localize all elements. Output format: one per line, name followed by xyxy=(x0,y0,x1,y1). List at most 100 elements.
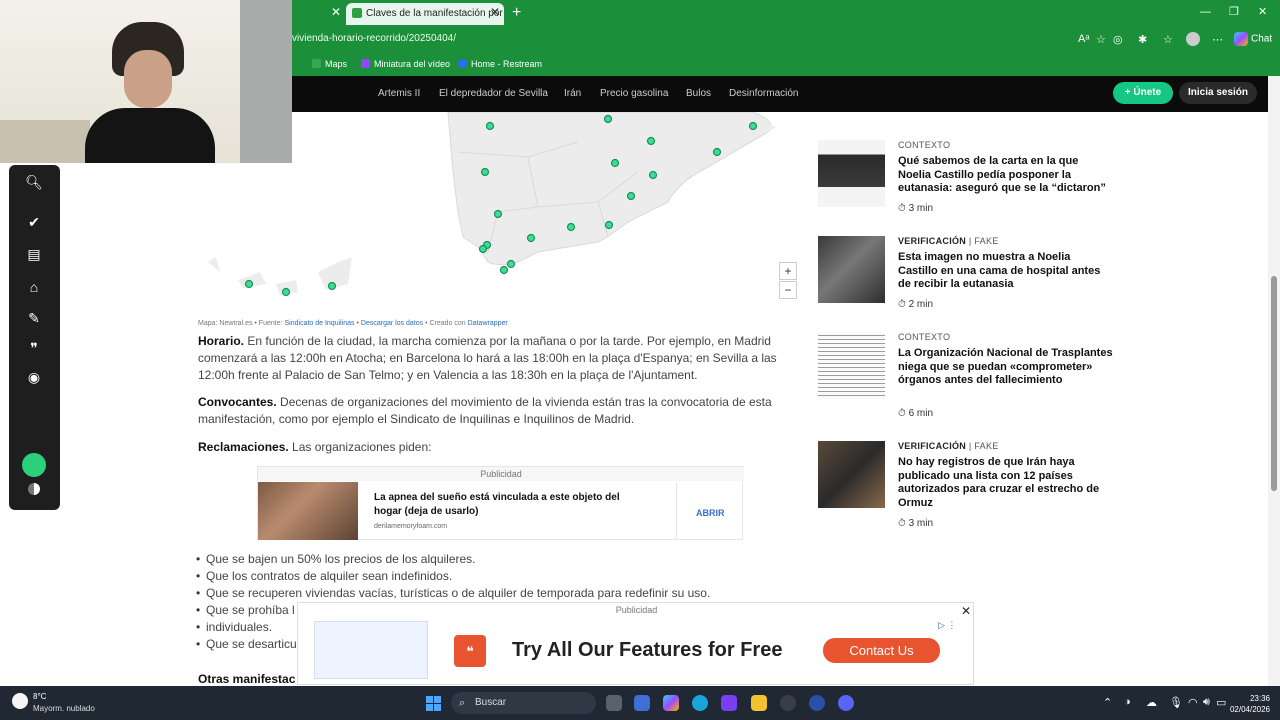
ad-title[interactable]: Try All Our Features for Free xyxy=(512,639,782,662)
map-point[interactable] xyxy=(327,281,337,291)
favorites-icon[interactable]: ☆ xyxy=(1163,33,1173,46)
extensions-icon[interactable]: ✱ xyxy=(1138,33,1147,46)
windows-start-icon[interactable] xyxy=(426,696,441,711)
more-menu-icon[interactable]: ⋯ xyxy=(1212,33,1223,46)
app-icon[interactable] xyxy=(780,695,796,711)
microphone-icon[interactable]: 🎙︎ xyxy=(1169,696,1183,709)
ea-app-icon[interactable] xyxy=(809,695,825,711)
verified-icon[interactable]: ✔ xyxy=(25,213,43,231)
task-view-icon[interactable] xyxy=(606,695,622,711)
datawrapper-link[interactable]: Datawrapper xyxy=(468,320,508,327)
nav-link-depredador[interactable]: El depredador de Sevilla xyxy=(439,88,548,99)
new-tab-icon[interactable]: + xyxy=(512,5,521,21)
close-tab-icon[interactable]: ✕ xyxy=(490,6,500,18)
article-thumbnail[interactable] xyxy=(818,140,885,207)
favorite-star-icon[interactable]: ☆ xyxy=(1096,33,1106,46)
map-point[interactable] xyxy=(626,191,636,201)
close-tab-icon[interactable]: ✕ xyxy=(331,6,341,18)
app-icon[interactable] xyxy=(721,695,737,711)
copilot-chat-button[interactable]: Chat xyxy=(1234,32,1272,46)
weather-icon[interactable] xyxy=(12,693,28,709)
maximize-icon[interactable]: ❐ xyxy=(1229,6,1239,18)
search-icon[interactable]: 🔍︎ xyxy=(25,173,43,191)
nav-link-gasolina[interactable]: Precio gasolina xyxy=(600,88,668,99)
map-point[interactable] xyxy=(281,287,291,297)
login-button[interactable]: Inicia sesión xyxy=(1179,82,1257,104)
map-point[interactable] xyxy=(499,265,509,275)
close-window-icon[interactable]: ✕ xyxy=(1258,6,1267,18)
map-point[interactable] xyxy=(506,259,516,269)
quote-icon[interactable]: ❞ xyxy=(25,339,43,357)
browser-tab-active[interactable]: Claves de la manifestación por la v xyxy=(346,3,504,25)
article-thumbnail[interactable] xyxy=(818,441,885,508)
nav-link-artemis[interactable]: Artemis II xyxy=(378,88,420,99)
chevron-up-icon[interactable]: ⌃ xyxy=(1103,696,1112,709)
weather-desc[interactable]: Mayorm. nublado xyxy=(33,704,95,713)
join-button[interactable]: + Únete xyxy=(1113,82,1173,104)
nav-link-bulos[interactable]: Bulos xyxy=(686,88,711,99)
map-point[interactable] xyxy=(604,220,614,230)
wifi-icon[interactable]: ◠ xyxy=(1188,696,1198,709)
system-clock[interactable]: 23:36 02/04/2026 xyxy=(1224,693,1270,715)
article-headline[interactable]: Esta imagen no muestra a Noelia Castillo… xyxy=(898,251,1113,292)
ad-product-screenshot[interactable] xyxy=(314,621,428,679)
bookmark-restream[interactable]: Home - Restream xyxy=(458,59,542,69)
profile-avatar[interactable] xyxy=(1186,32,1200,46)
inline-ad[interactable]: Publicidad La apnea del sueño está vincu… xyxy=(257,466,744,540)
map-zoom-in-button[interactable]: + xyxy=(779,262,797,280)
ad-choices-icon[interactable]: ▷ ⋮ xyxy=(938,620,956,631)
contact-us-button[interactable]: Contact Us xyxy=(823,638,940,663)
map-point[interactable] xyxy=(566,222,576,232)
url-field[interactable]: vivienda-horario-recorrido/20250404/ xyxy=(292,33,456,44)
article-thumbnail[interactable] xyxy=(818,332,885,399)
map-point[interactable] xyxy=(646,136,656,146)
ad-open-button[interactable]: ABRIR xyxy=(696,508,725,518)
discord-icon[interactable] xyxy=(838,695,854,711)
ad-brand-logo-icon[interactable]: ❝ xyxy=(454,635,486,667)
article-headline[interactable]: La Organización Nacional de Trasplantes … xyxy=(898,347,1113,388)
cloud-icon[interactable]: ☁ xyxy=(1146,696,1157,709)
bookmark-maps[interactable]: Maps xyxy=(312,59,347,69)
map-point[interactable] xyxy=(478,244,488,254)
map-point[interactable] xyxy=(712,147,722,157)
map-point[interactable] xyxy=(485,121,495,131)
store-icon[interactable] xyxy=(634,695,650,711)
minimize-icon[interactable]: — xyxy=(1200,6,1211,18)
map-point[interactable] xyxy=(244,279,254,289)
pen-icon[interactable]: ✎ xyxy=(25,309,43,327)
read-aloud-icon[interactable]: Aᵃ xyxy=(1078,33,1089,45)
source-link[interactable]: Sindicato de Inquilinas xyxy=(285,320,355,327)
weather-temp[interactable]: 8°C xyxy=(33,692,46,701)
moon-toggle-icon[interactable] xyxy=(22,453,46,477)
download-data-link[interactable]: Descargar los datos xyxy=(361,320,423,327)
taskbar-search[interactable]: ⌕ Buscar xyxy=(451,692,596,714)
tray-app-icon[interactable]: ◑ xyxy=(1124,696,1131,708)
article-headline[interactable]: Qué sabemos de la carta en la que Noelia… xyxy=(898,155,1113,196)
scrollbar-thumb[interactable] xyxy=(1271,276,1277,491)
map-point[interactable] xyxy=(603,114,613,124)
map-point[interactable] xyxy=(648,170,658,180)
map-point[interactable] xyxy=(480,167,490,177)
shield-icon[interactable]: ◎ xyxy=(1113,33,1123,46)
volume-icon[interactable]: 🔊︎ xyxy=(1203,696,1210,709)
edge-icon[interactable] xyxy=(692,695,708,711)
map-point[interactable] xyxy=(493,209,503,219)
map-point[interactable] xyxy=(610,158,620,168)
article-thumbnail[interactable] xyxy=(818,236,885,303)
broadcast-icon[interactable]: ◉ xyxy=(25,368,43,386)
nav-link-desinformacion[interactable]: Desinformación xyxy=(729,88,798,99)
map-point[interactable] xyxy=(526,233,536,243)
close-ad-icon[interactable]: ✕ xyxy=(961,604,971,618)
subtitles-icon[interactable]: ▤ xyxy=(25,245,43,263)
ad-title[interactable]: La apnea del sueño está vinculada a este… xyxy=(374,491,644,519)
nav-link-iran[interactable]: Irán xyxy=(564,88,581,99)
bottom-sticky-ad[interactable]: Publicidad ✕ ▷ ⋮ ❝ Try All Our Features … xyxy=(297,602,974,685)
file-explorer-icon[interactable] xyxy=(751,695,767,711)
ad-image[interactable] xyxy=(258,482,358,540)
page-scrollbar[interactable] xyxy=(1268,76,1280,686)
contrast-icon[interactable] xyxy=(28,483,40,495)
map-zoom-out-button[interactable]: − xyxy=(779,281,797,299)
copilot-app-icon[interactable] xyxy=(663,695,679,711)
map-point[interactable] xyxy=(748,121,758,131)
institution-icon[interactable]: ⌂ xyxy=(25,278,43,296)
